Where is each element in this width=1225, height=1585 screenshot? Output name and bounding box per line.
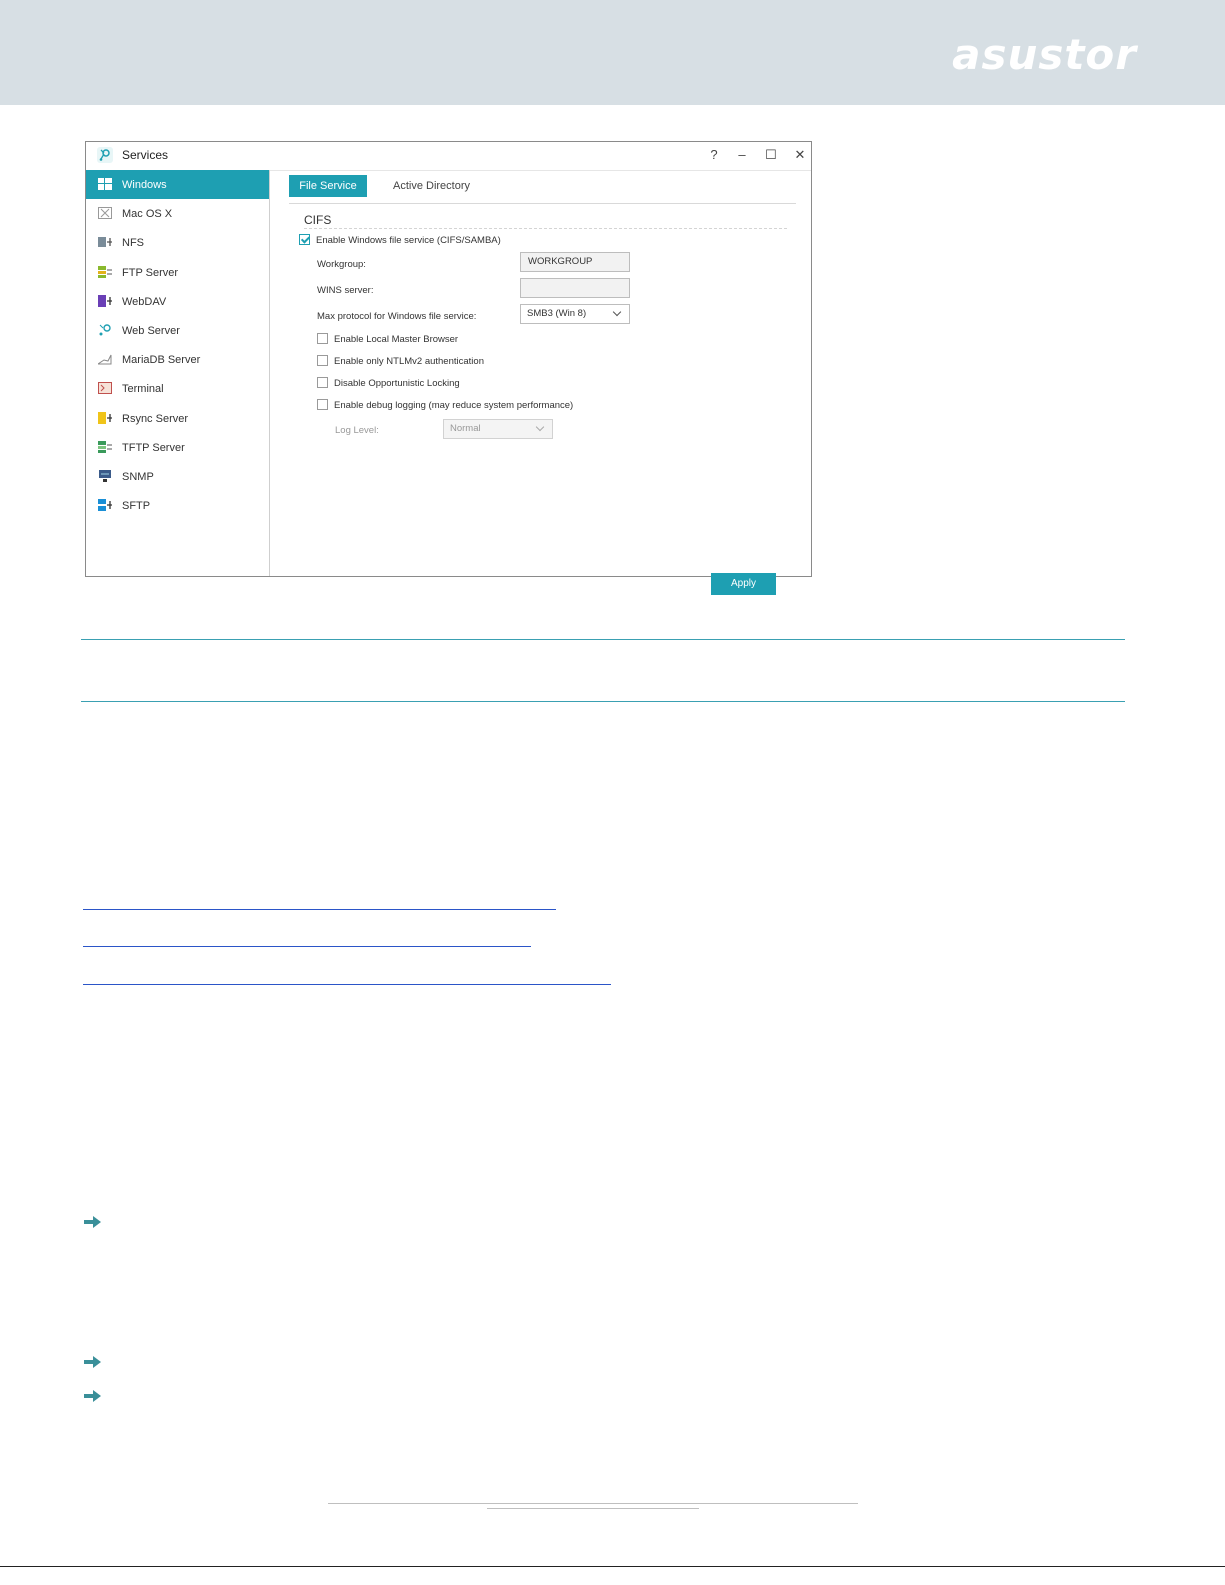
tab-active-directory[interactable]: Active Directory [393,175,470,197]
services-app-icon [97,147,113,163]
arrow-right-icon [84,1216,101,1228]
sidebar-item-label: Terminal [122,383,164,396]
tab-file-service[interactable]: File Service [289,175,367,197]
option-label: Enable only NTLMv2 authentication [334,356,484,367]
sidebar-item-label: Windows [122,179,167,191]
sidebar-item-label: WebDAV [122,295,167,308]
sidebar-item-label: Web Server [122,324,180,337]
services-window: Services ? – ☐ ✕ Windows Mac OS X NFS FT… [85,141,812,595]
tftp-icon [98,440,112,453]
snmp-icon [98,469,112,482]
chevron-down-icon [612,307,622,317]
nfs-icon [98,236,112,248]
close-button[interactable]: ✕ [789,145,811,165]
sidebar-item-tftp[interactable]: TFTP Server [86,433,269,462]
ntlmv2-checkbox[interactable] [317,355,328,366]
chevron-down-icon [535,422,545,432]
header-band: asustor [0,0,1225,105]
sidebar-item-windows[interactable]: Windows [86,170,269,200]
note-bottom-rule [81,701,1125,702]
footer-rule-short [487,1508,699,1509]
sidebar-item-web-server[interactable]: Web Server [86,316,269,345]
debug-logging-checkbox[interactable] [317,399,328,410]
enable-cifs-checkbox[interactable] [299,234,310,245]
terminal-icon [98,382,112,395]
sidebar-item-webdav[interactable]: WebDAV [86,287,269,316]
services-sidebar: Windows Mac OS X NFS FTP Server WebDAV W… [86,170,270,576]
sidebar-item-snmp[interactable]: SNMP [86,462,269,491]
log-level-select[interactable]: Normal [443,419,553,439]
sidebar-item-nfs[interactable]: NFS [86,228,269,257]
tab-bar: File Service Active Directory [289,175,796,204]
asustor-logo: asustor [952,30,1137,79]
windows-icon [98,178,112,190]
sidebar-item-macos[interactable]: Mac OS X [86,199,269,228]
maximize-button[interactable]: ☐ [760,145,782,165]
sftp-icon [98,499,112,512]
sidebar-item-rsync[interactable]: Rsync Server [86,404,269,433]
max-protocol-label: Max protocol for Windows file service: [317,311,477,322]
workgroup-input[interactable]: WORKGROUP [520,252,630,272]
hyperlink-2[interactable] [83,946,531,947]
arrow-right-icon [84,1390,101,1402]
web-server-icon [98,324,112,336]
mariadb-icon [96,353,112,365]
option-label: Enable Local Master Browser [334,334,459,345]
enable-cifs-label: Enable Windows file service (CIFS/SAMBA) [316,235,501,246]
arrow-right-icon [84,1356,101,1368]
log-level-value: Normal [450,423,481,434]
sidebar-item-label: MariaDB Server [122,354,201,367]
note-top-rule [81,639,1125,640]
hyperlink-3[interactable] [83,984,611,985]
rsync-icon [98,411,112,424]
local-master-browser-checkbox[interactable] [317,333,328,344]
cifs-section-title: CIFS [304,213,332,227]
sidebar-item-terminal[interactable]: Terminal [86,374,269,403]
workgroup-label: Workgroup: [317,259,366,270]
apply-button[interactable]: Apply [711,573,776,595]
services-content: File Service Active Directory CIFS Enabl… [270,170,811,595]
sidebar-item-label: SNMP [122,470,154,483]
sidebar-item-mariadb[interactable]: MariaDB Server [86,345,269,374]
minimize-button[interactable]: – [731,145,753,165]
option-label: Disable Opportunistic Locking [334,378,460,389]
log-level-label: Log Level: [335,425,379,436]
help-button[interactable]: ? [703,145,725,165]
section-divider [304,228,787,229]
window-title: Services [122,148,169,162]
oplocks-checkbox[interactable] [317,377,328,388]
title-bar: Services ? – ☐ ✕ [86,142,811,171]
ftp-server-icon [98,265,112,278]
sidebar-item-label: Mac OS X [122,208,173,221]
wins-server-label: WINS server: [317,285,374,296]
sidebar-item-label: TFTP Server [122,441,185,454]
sidebar-item-ftp[interactable]: FTP Server [86,258,269,287]
page-bottom-rule [0,1566,1225,1567]
macos-icon [98,207,112,220]
wins-server-input[interactable] [520,278,630,298]
sidebar-item-sftp[interactable]: SFTP [86,491,269,520]
sidebar-item-label: FTP Server [122,266,179,279]
webdav-icon [98,294,112,307]
max-protocol-select[interactable]: SMB3 (Win 8) [520,304,630,324]
sidebar-item-label: SFTP [122,500,151,513]
option-label: Enable debug logging (may reduce system … [334,400,574,411]
footer-rule [328,1503,858,1504]
max-protocol-value: SMB3 (Win 8) [527,308,587,319]
sidebar-item-label: Rsync Server [122,412,189,425]
sidebar-item-label: NFS [122,237,144,250]
hyperlink-1[interactable] [83,909,556,910]
